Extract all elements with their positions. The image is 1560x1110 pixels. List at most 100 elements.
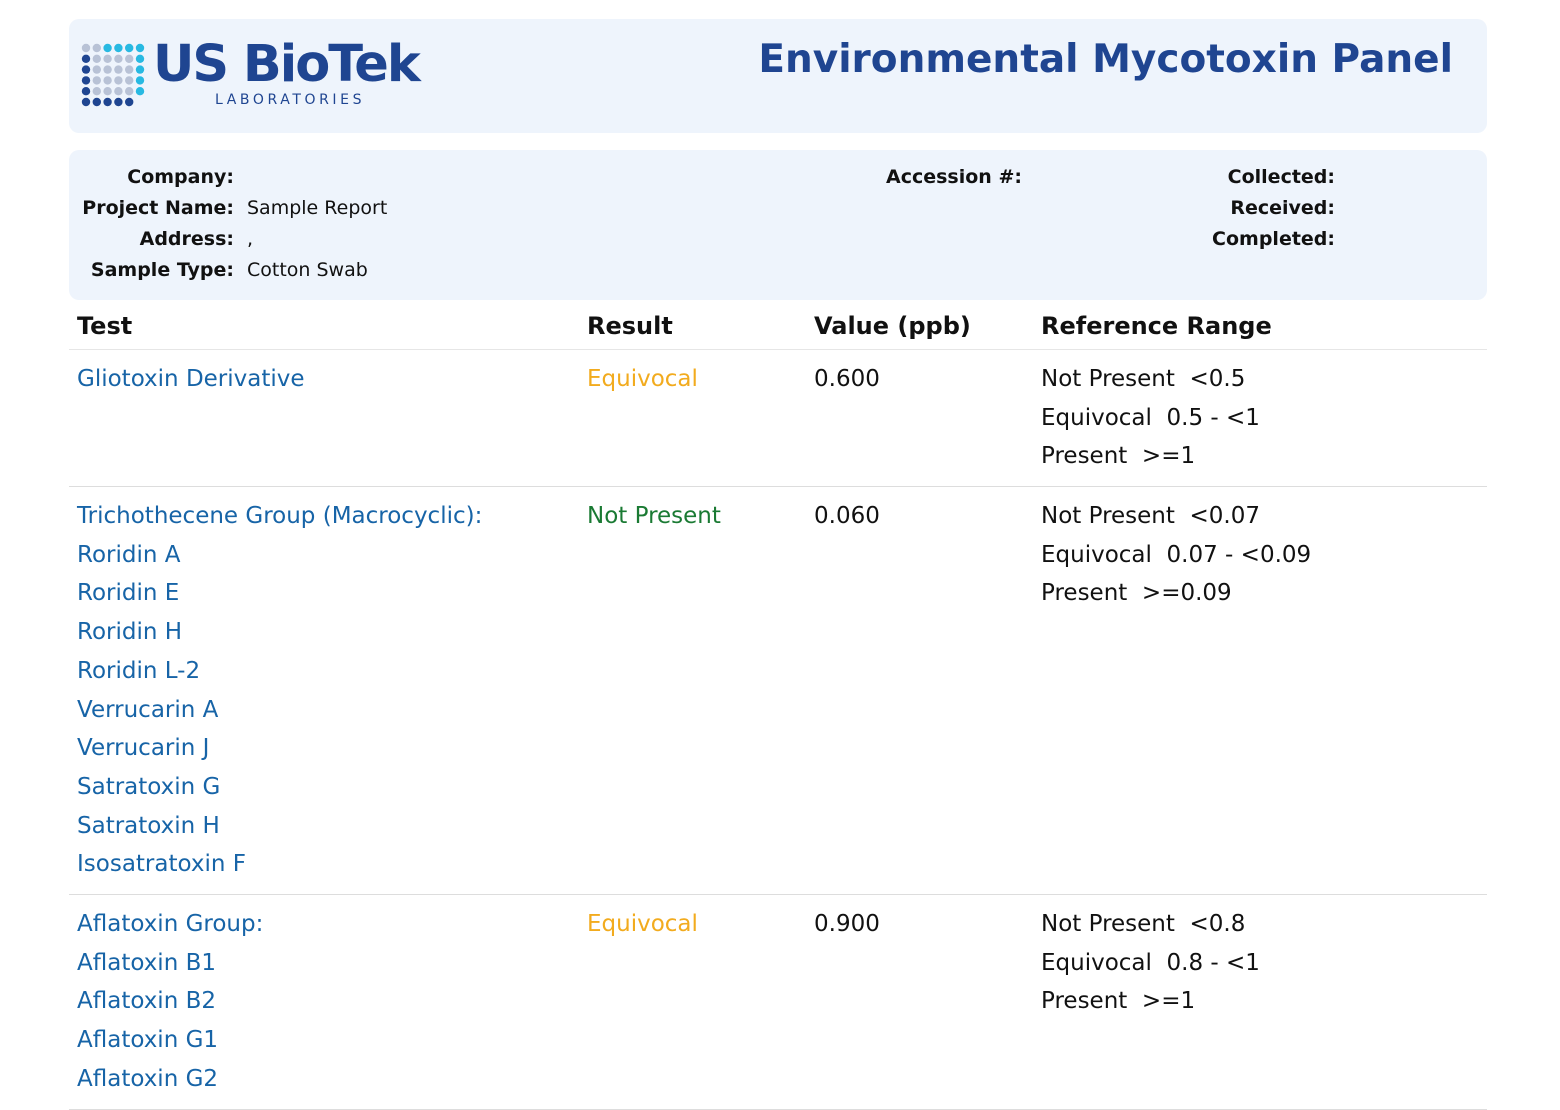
- project-label: Project Name:: [82, 197, 234, 219]
- logo-dot: [125, 76, 134, 85]
- value-cell: 0.600: [814, 366, 880, 392]
- company-label: Company:: [127, 166, 234, 188]
- test-cell: Gliotoxin Derivative: [77, 360, 305, 399]
- sample-type-row: Sample Type: Cotton Swab: [69, 255, 769, 286]
- logo-dot: [125, 43, 134, 53]
- reference-range-line: Present >=1: [1041, 443, 1196, 470]
- test-name-link[interactable]: Aflatoxin B1: [77, 944, 263, 983]
- test-name-link[interactable]: Aflatoxin B2: [77, 982, 263, 1021]
- accession-label: Accession #:: [886, 166, 1022, 188]
- logo-dot: [103, 87, 112, 96]
- received-label: Received:: [1230, 197, 1335, 219]
- test-name-link[interactable]: Satratoxin G: [77, 768, 482, 807]
- col-header-result: Result: [587, 312, 673, 340]
- col-header-test: Test: [77, 312, 133, 340]
- value-cell: 0.060: [814, 503, 880, 529]
- project-row: Project Name: Sample Report: [69, 193, 769, 224]
- test-cell: Trichothecene Group (Macrocyclic): Roridi…: [77, 497, 482, 884]
- logo-dot: [103, 97, 112, 107]
- reference-range-line: Not Present <0.07: [1041, 503, 1261, 529]
- company-row: Company:: [69, 162, 769, 193]
- logo-dot: [135, 65, 145, 74]
- result-cell: Not Present: [587, 503, 721, 529]
- logo-dot: [114, 43, 123, 53]
- logo-dot: [103, 43, 112, 53]
- logo-dot: [92, 65, 101, 74]
- sample-type-label: Sample Type:: [90, 259, 234, 281]
- logo-dot: [125, 87, 134, 96]
- logo-dot: [114, 54, 123, 63]
- logo-dot: [114, 65, 123, 74]
- completed-label: Completed:: [1212, 228, 1335, 250]
- logo-dot: [81, 97, 91, 107]
- received-row: Received:: [1069, 193, 1487, 224]
- reference-range-line: Equivocal 0.8 - <1: [1041, 949, 1260, 976]
- test-name-link[interactable]: Verrucarin A: [77, 691, 482, 730]
- test-name-link[interactable]: Verrucarin J: [77, 729, 482, 768]
- table-row: Gliotoxin Derivative Equivocal 0.600 Not Pr…: [69, 350, 1487, 487]
- table-row: Trichothecene Group (Macrocyclic): Roridi…: [69, 487, 1487, 895]
- test-name-link[interactable]: Roridin H: [77, 613, 482, 652]
- logo-dot: [81, 87, 91, 96]
- test-name-link[interactable]: Roridin E: [77, 574, 482, 613]
- company-logo: US BioTek LABORATORIES: [81, 35, 421, 113]
- logo-dot: [125, 65, 134, 74]
- test-name-link[interactable]: Trichothecene Group (Macrocyclic):: [77, 497, 482, 536]
- reference-range-line: Not Present <0.8: [1041, 911, 1246, 937]
- reference-range-line: Not Present <0.5: [1041, 366, 1246, 392]
- col-header-reference: Reference Range: [1041, 312, 1272, 340]
- test-name-link[interactable]: Isosatratoxin F: [77, 845, 482, 884]
- project-value: Sample Report: [247, 197, 388, 219]
- logo-dot: [135, 43, 145, 53]
- logo-dot: [81, 54, 91, 63]
- logo-dot: [125, 54, 134, 63]
- logo-dot: [103, 65, 112, 74]
- logo-dot: [92, 97, 101, 107]
- test-name-link[interactable]: Roridin L-2: [77, 652, 482, 691]
- collected-row: Collected:: [1069, 162, 1487, 193]
- logo-dot: [81, 43, 91, 53]
- test-name-link[interactable]: Roridin A: [77, 536, 482, 575]
- logo-dot: [92, 87, 101, 96]
- test-name-link[interactable]: Satratoxin H: [77, 807, 482, 846]
- reference-cell: Not Present <0.5 Equivocal 0.5 - <1 Presen…: [1041, 360, 1260, 476]
- logo-dot: [114, 97, 123, 107]
- reference-range-line: Present >=0.09: [1041, 580, 1232, 607]
- completed-row: Completed:: [1069, 224, 1487, 255]
- result-cell: Equivocal: [587, 366, 698, 392]
- sample-info-panel: Company: Project Name: Sample Report Add…: [69, 150, 1487, 300]
- logo-dot: [81, 76, 91, 85]
- logo-dot: [135, 76, 145, 85]
- address-row: Address: ,: [69, 224, 769, 255]
- logo-dot: [92, 43, 101, 53]
- logo-name: US BioTek: [153, 35, 421, 94]
- test-name-link[interactable]: Aflatoxin G1: [77, 1021, 263, 1060]
- logo-dot: [135, 87, 145, 96]
- table-header-row: Test Result Value (ppb) Reference Range: [69, 308, 1487, 350]
- logo-subtitle: LABORATORIES: [215, 92, 366, 108]
- report-title: Environmental Mycotoxin Panel: [758, 37, 1453, 82]
- reference-range-line: Present >=1: [1041, 988, 1196, 1015]
- table-row: Aflatoxin Group: Aflatoxin B1 Aflatoxin B2…: [69, 895, 1487, 1110]
- reference-cell: Not Present <0.07 Equivocal 0.07 - <0.09 P…: [1041, 497, 1311, 613]
- col-header-value: Value (ppb): [814, 312, 971, 340]
- reference-range-line: Equivocal 0.07 - <0.09: [1041, 541, 1312, 568]
- test-cell: Aflatoxin Group: Aflatoxin B1 Aflatoxin B2…: [77, 905, 263, 1099]
- logo-dot: [114, 76, 123, 85]
- test-name-link[interactable]: Aflatoxin Group:: [77, 905, 263, 944]
- logo-dots-icon: [81, 43, 145, 107]
- logo-dot: [81, 65, 91, 74]
- logo-dot: [103, 54, 112, 63]
- logo-dot: [114, 87, 123, 96]
- value-cell: 0.900: [814, 911, 880, 937]
- reference-cell: Not Present <0.8 Equivocal 0.8 - <1 Presen…: [1041, 905, 1260, 1021]
- test-name-link[interactable]: Gliotoxin Derivative: [77, 360, 305, 399]
- report-header: US BioTek LABORATORIES Environmental Myc…: [69, 19, 1487, 133]
- test-name-link[interactable]: Aflatoxin G2: [77, 1060, 263, 1099]
- logo-dot: [135, 54, 145, 63]
- logo-dot: [125, 97, 134, 107]
- reference-range-line: Equivocal 0.5 - <1: [1041, 404, 1260, 431]
- address-value: ,: [247, 228, 254, 250]
- result-cell: Equivocal: [587, 911, 698, 937]
- logo-dot: [103, 76, 112, 85]
